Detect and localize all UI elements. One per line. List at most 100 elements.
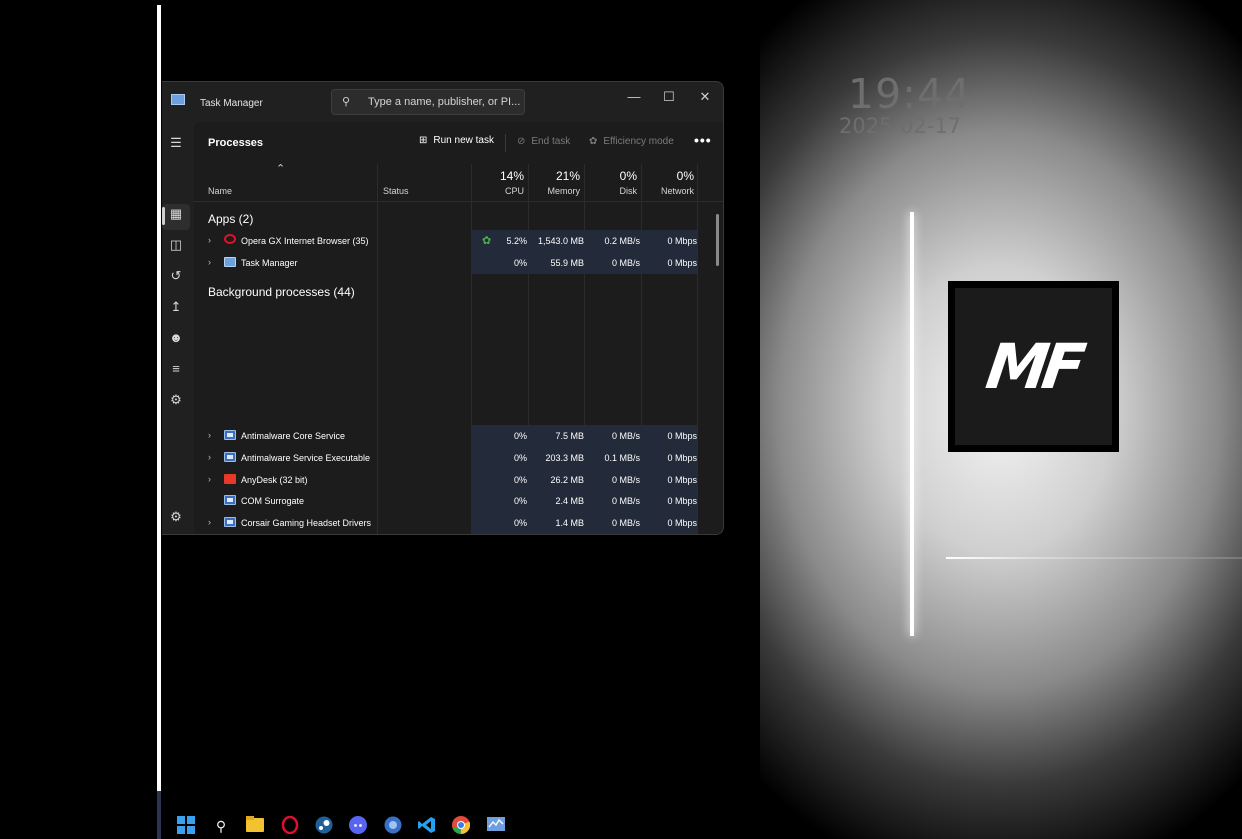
cpu-cell: 0% <box>513 431 527 441</box>
table-scrollbar[interactable] <box>716 214 719 266</box>
network-cell: 0 Mbps <box>667 236 697 246</box>
chevron-right-icon[interactable]: › <box>208 430 211 440</box>
run-new-task-button[interactable]: ⊞ Run new task <box>419 135 494 146</box>
memory-cell: 1,543.0 MB <box>537 236 584 246</box>
windows-start-icon[interactable] <box>176 816 196 836</box>
network-cell: 0 Mbps <box>667 452 697 463</box>
task-manager-icon[interactable] <box>486 816 506 836</box>
network-cell: 0 Mbps <box>667 518 697 529</box>
opera-icon <box>224 234 236 244</box>
task-manager-icon <box>224 256 236 267</box>
chevron-right-icon[interactable]: › <box>208 474 211 484</box>
chevron-right-icon[interactable]: › <box>208 452 211 462</box>
chevron-right-icon[interactable]: › <box>208 517 211 527</box>
disk-cell: 0 MB/s <box>611 518 640 529</box>
table-row[interactable]: › AnyDesk (32 bit) 0% 26.2 MB 0 MB/s 0 Mbps <box>194 468 698 491</box>
network-cell: 0 Mbps <box>667 431 697 441</box>
disk-cell: 0.2 MB/s <box>604 236 640 246</box>
column-header-name[interactable]: Name <box>208 186 232 196</box>
table-row[interactable]: › Corsair Gaming Headset Drivers 0% 1.4 MB 0… <box>194 512 698 534</box>
memory-cell: 203.3 MB <box>545 452 584 463</box>
maximize-button[interactable]: ☐ <box>654 86 684 108</box>
startup-apps-icon[interactable]: ↥ <box>167 298 185 316</box>
service-icon <box>224 430 236 440</box>
network-cell: 0 Mbps <box>667 474 697 485</box>
cpu-cell: 5.2% <box>506 236 527 246</box>
search-input[interactable]: Type a name, publisher, or PI... <box>368 96 520 108</box>
efficiency-mode-button[interactable]: ✿ Efficiency mode <box>589 136 674 147</box>
cpu-total-percent: 14% <box>499 169 524 183</box>
more-options-button[interactable]: ••• <box>694 132 712 148</box>
column-header-memory[interactable]: Memory <box>530 186 580 196</box>
efficiency-mode-label: Efficiency mode <box>603 136 674 147</box>
table-row[interactable]: › Antimalware Service Executable 0% 203.3 M… <box>194 446 698 469</box>
table-row[interactable]: ›Corsair.Service (32 bit)0%24.1 MB0 MB/s… <box>194 534 698 535</box>
vscode-icon[interactable] <box>417 816 437 836</box>
minimize-button[interactable]: — <box>619 86 649 108</box>
services-icon[interactable]: ⚙ <box>167 391 185 409</box>
wallpaper-light-slit <box>910 212 914 636</box>
search-icon: ⚲ <box>342 96 351 108</box>
app-history-icon[interactable]: ↺ <box>167 267 185 285</box>
desktop-clock-time: 19:44 <box>848 70 972 118</box>
chrome-icon[interactable] <box>451 816 471 836</box>
column-header-cpu[interactable]: CPU <box>474 186 524 196</box>
app-icon[interactable] <box>383 816 403 836</box>
process-name: Antimalware Core Service <box>241 431 346 441</box>
group-header-apps: Apps (2) <box>208 212 254 226</box>
memory-total-percent: 21% <box>555 169 580 183</box>
disk-cell: 0 MB/s <box>611 474 640 485</box>
resource-cell-shading <box>471 534 697 535</box>
mf-logo-widget: MF <box>948 281 1119 452</box>
cpu-cell: 0% <box>513 518 527 529</box>
table-row[interactable]: COM Surrogate 0% 2.4 MB 0 MB/s 0 Mbps <box>194 490 698 513</box>
memory-cell: 7.5 MB <box>555 431 584 441</box>
navigation-rail: ☰ ▦ ◫ ↺ ↥ ☻ ≡ ⚙ ⚙ <box>162 122 192 534</box>
cpu-cell: 0% <box>513 452 527 463</box>
column-header-network[interactable]: Network <box>644 186 694 196</box>
discord-icon[interactable] <box>348 816 368 836</box>
task-manager-window: Task Manager ⚲ Type a name, publisher, o… <box>162 81 724 535</box>
search-icon[interactable]: ⚲ <box>211 816 231 836</box>
end-task-button[interactable]: ⊘ End task <box>517 136 570 147</box>
mf-logo-inner: MF <box>955 288 1112 445</box>
processes-icon[interactable]: ▦ <box>167 205 185 223</box>
cpu-cell: 0% <box>513 257 527 268</box>
run-new-task-label: Run new task <box>433 135 494 146</box>
file-explorer-icon[interactable] <box>245 816 265 836</box>
memory-cell: 55.9 MB <box>550 257 584 268</box>
steam-icon[interactable] <box>314 816 334 836</box>
opera-gx-icon[interactable] <box>280 815 300 836</box>
disk-cell: 0 MB/s <box>611 257 640 268</box>
service-icon <box>224 495 236 506</box>
wallpaper-light-beam <box>946 557 1242 559</box>
settings-icon[interactable]: ⚙ <box>167 508 185 526</box>
end-task-icon: ⊘ <box>517 136 526 147</box>
process-name: AnyDesk (32 bit) <box>241 474 308 485</box>
users-icon[interactable]: ☻ <box>167 329 185 347</box>
process-name: Corsair Gaming Headset Drivers <box>241 518 372 529</box>
screen-edge-bar <box>157 5 161 791</box>
details-icon[interactable]: ≡ <box>167 360 185 378</box>
mf-logo-text: MF <box>982 330 1085 403</box>
group-header-background: Background processes (44) <box>208 285 355 299</box>
chevron-right-icon[interactable]: › <box>208 235 211 245</box>
table-row[interactable]: › Task Manager 0% 55.9 MB 0 MB/s 0 Mbps <box>194 251 698 274</box>
close-button[interactable]: ✕ <box>690 86 720 108</box>
performance-icon[interactable]: ◫ <box>167 236 185 254</box>
anydesk-icon <box>224 473 236 484</box>
column-header-disk[interactable]: Disk <box>587 186 638 196</box>
chevron-right-icon[interactable]: › <box>208 257 211 267</box>
table-row[interactable]: › Opera GX Internet Browser (35) ✿ 5.2% 1,54… <box>194 230 698 252</box>
search-box[interactable]: ⚲ Type a name, publisher, or PI... <box>331 89 525 115</box>
disk-cell: 0.1 MB/s <box>604 452 640 463</box>
title-bar[interactable]: Task Manager ⚲ Type a name, publisher, o… <box>162 82 723 122</box>
column-header-status[interactable]: Status <box>383 186 409 196</box>
table-header: ⌃ Name Status 14% CPU 21% Memory 0% Disk… <box>194 163 723 202</box>
network-cell: 0 Mbps <box>667 257 697 268</box>
hamburger-menu-icon[interactable]: ☰ <box>167 134 185 152</box>
network-total-percent: 0% <box>676 169 694 183</box>
task-manager-app-icon <box>171 94 185 105</box>
process-table: ⌃ Name Status 14% CPU 21% Memory 0% Disk… <box>194 163 723 535</box>
table-row[interactable]: › Antimalware Core Service 0% 7.5 MB 0 MB/s 0… <box>194 425 698 447</box>
